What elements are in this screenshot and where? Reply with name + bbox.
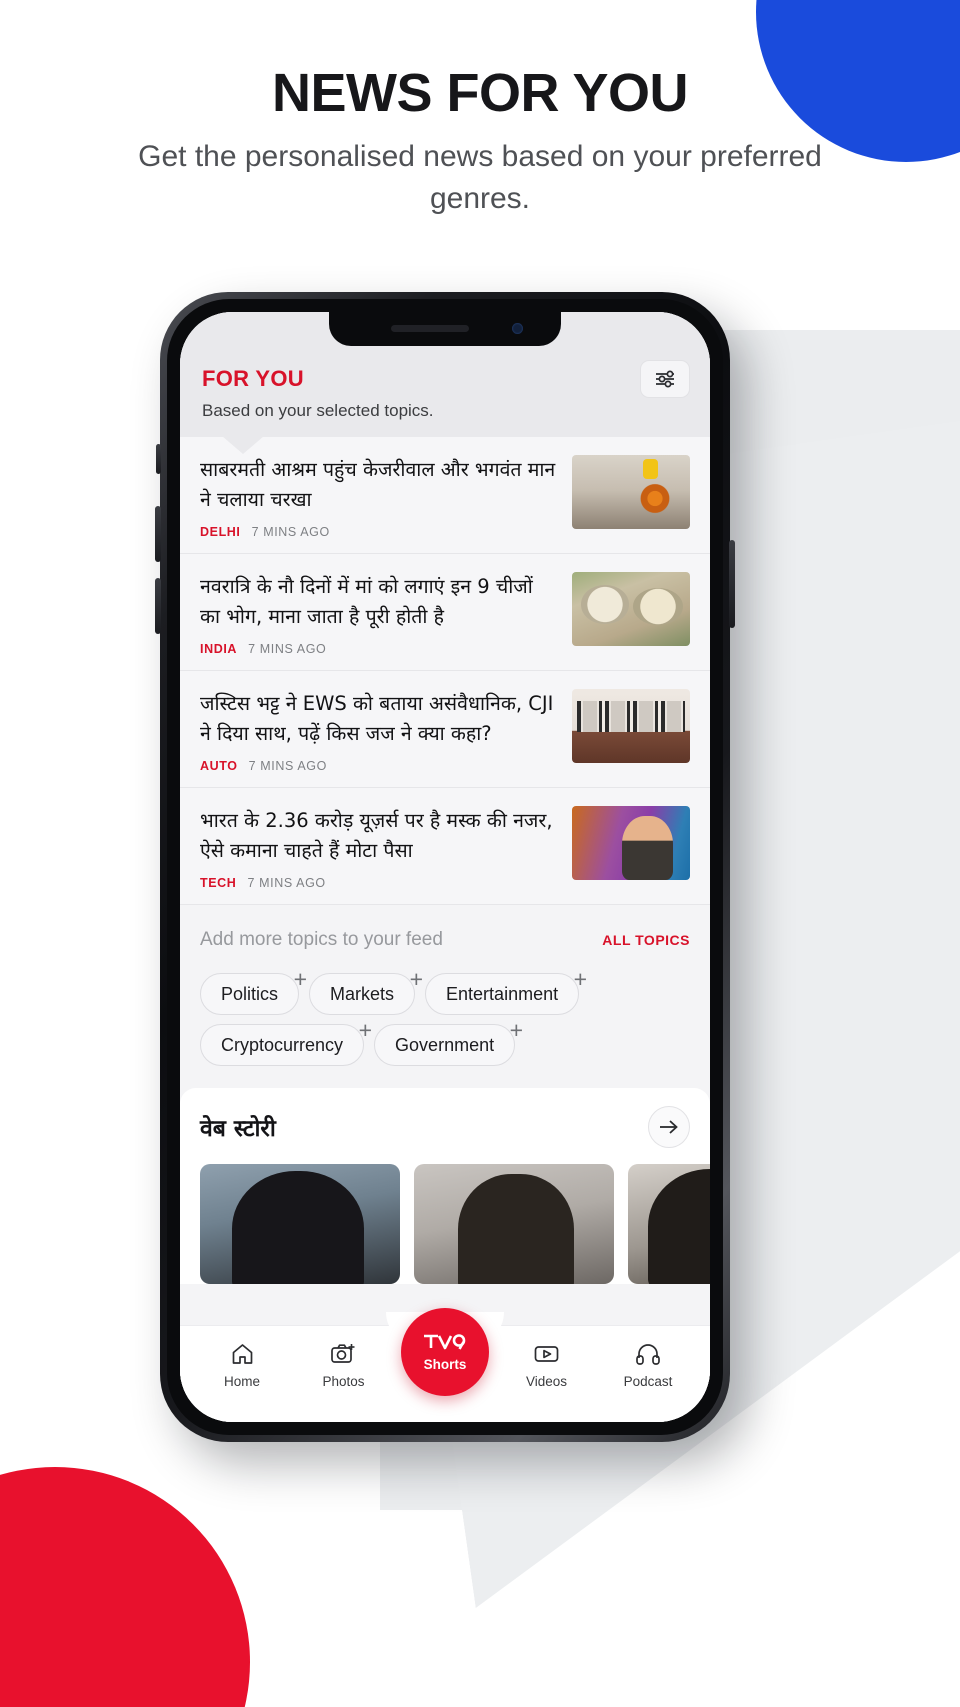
for-you-subtitle: Based on your selected topics. [202,401,434,420]
news-category: TECH [200,876,237,890]
phone-volume-up-button [155,506,161,562]
bottom-navigation: Home Photos Videos Podcast Shorts [180,1308,710,1422]
header-pointer [222,436,264,454]
news-list-item[interactable]: भारत के 2.36 करोड़ यूज़र्स पर है मस्क की… [180,788,710,905]
news-list-item[interactable]: साबरमती आश्रम पहुंच केजरीवाल और भगवंत मा… [180,437,710,554]
shorts-fab-button[interactable]: Shorts [401,1308,489,1396]
news-title: जस्टिस भट्ट ने EWS को बताया असंवैधानिक, … [200,692,554,745]
news-title: साबरमती आश्रम पहुंच केजरीवाल और भगवंत मा… [200,458,556,511]
web-story-card[interactable] [414,1164,614,1284]
page-subtitle: Get the personalised news based on your … [138,140,822,215]
nav-item-videos[interactable]: Videos [501,1340,593,1389]
nav-item-label: Videos [525,1374,568,1389]
promo-screenshot: NEWS FOR YOU Get the personalised news b… [0,0,960,1707]
phone-power-button [729,540,735,628]
news-meta: DELHI 7 MINS AGO [200,525,558,539]
news-meta: AUTO 7 MINS AGO [200,759,558,773]
web-story-arrow-button[interactable] [648,1106,690,1148]
web-story-header: वेब स्टोरी [200,1106,690,1148]
topic-chip[interactable]: Government + [374,1019,523,1066]
topic-chip-label: Cryptocurrency [221,1034,344,1055]
plus-icon[interactable]: + [574,968,587,991]
web-story-card[interactable] [200,1164,400,1284]
for-you-title: FOR YOU [202,366,304,391]
web-story-title: वेब स्टोरी [200,1116,276,1142]
shorts-label: Shorts [423,1357,467,1372]
web-story-card-list [200,1164,710,1284]
news-timestamp: 7 MINS AGO [247,876,326,890]
topic-chip-label: Markets [330,983,395,1004]
page-title: NEWS FOR YOU [271,63,689,123]
tv9-logo-icon [422,1332,468,1352]
phone-volume-down-button [155,578,161,634]
topic-chip-label: Government [395,1034,495,1055]
sliders-filter-icon [656,370,674,388]
news-title: नवरात्रि के नौ दिनों में मां को लगाएं इन… [200,575,533,628]
phone-bezel: FOR YOU Based on your selected topics. स… [167,299,723,1435]
news-feed[interactable]: साबरमती आश्रम पहुंच केजरीवाल और भगवंत मा… [180,437,710,1422]
nav-item-photos[interactable]: Photos [298,1340,390,1389]
nav-item-label: Home [223,1374,260,1389]
topics-label: Add more topics to your feed [200,929,443,950]
topics-section: Add more topics to your feed ALL TOPICS … [180,905,710,1088]
home-icon [230,1340,255,1367]
news-title: भारत के 2.36 करोड़ यूज़र्स पर है मस्क की… [200,809,553,862]
news-thumbnail [572,806,690,880]
news-list-item[interactable]: जस्टिस भट्ट ने EWS को बताया असंवैधानिक, … [180,671,710,788]
news-thumbnail [572,689,690,763]
phone-frame: FOR YOU Based on your selected topics. स… [155,292,735,1442]
nav-item-home[interactable]: Home [196,1340,288,1389]
topics-header: Add more topics to your feed ALL TOPICS [200,929,690,951]
news-app: FOR YOU Based on your selected topics. स… [180,312,710,1422]
front-camera-icon [512,323,523,334]
filter-button[interactable] [640,360,690,398]
plus-icon[interactable]: + [359,1019,372,1042]
earpiece-speaker-icon [391,325,469,332]
plus-icon[interactable]: + [410,968,423,991]
topic-chip-label: Politics [221,983,279,1004]
topic-chip[interactable]: Cryptocurrency + [200,1019,372,1066]
topic-chip[interactable]: Politics + [200,968,307,1015]
topic-chip-list: Politics + Markets + Entertainment + Cry… [200,968,690,1066]
video-play-icon [533,1340,560,1367]
news-meta: TECH 7 MINS AGO [200,876,558,890]
news-category: INDIA [200,642,238,656]
phone-notch [329,312,561,346]
news-category: AUTO [200,759,238,773]
topic-chip-label: Entertainment [446,983,559,1004]
nav-item-label: Photos [322,1374,365,1389]
web-story-section: वेब स्टोरी [180,1088,710,1284]
plus-icon[interactable]: + [294,968,307,991]
all-topics-link[interactable]: ALL TOPICS [602,932,690,948]
news-thumbnail [572,572,690,646]
news-meta: INDIA 7 MINS AGO [200,642,558,656]
web-story-card[interactable] [628,1164,710,1284]
plus-icon[interactable]: + [510,1019,523,1042]
headphones-icon [635,1340,661,1367]
phone-mockup: FOR YOU Based on your selected topics. स… [155,292,735,1442]
news-timestamp: 7 MINS AGO [248,642,327,656]
camera-plus-icon [330,1340,357,1367]
news-timestamp: 7 MINS AGO [248,759,327,773]
news-thumbnail [572,455,690,529]
phone-screen: FOR YOU Based on your selected topics. स… [180,312,710,1422]
phone-silent-switch [156,444,161,474]
news-list-item[interactable]: नवरात्रि के नौ दिनों में मां को लगाएं इन… [180,554,710,671]
background-red-circle [0,1467,250,1707]
topic-chip[interactable]: Entertainment + [425,968,587,1015]
topic-chip[interactable]: Markets + [309,968,423,1015]
news-timestamp: 7 MINS AGO [251,525,330,539]
arrow-right-icon [660,1120,678,1134]
nav-item-label: Podcast [623,1374,673,1389]
news-category: DELHI [200,525,241,539]
nav-item-podcast[interactable]: Podcast [602,1340,694,1389]
